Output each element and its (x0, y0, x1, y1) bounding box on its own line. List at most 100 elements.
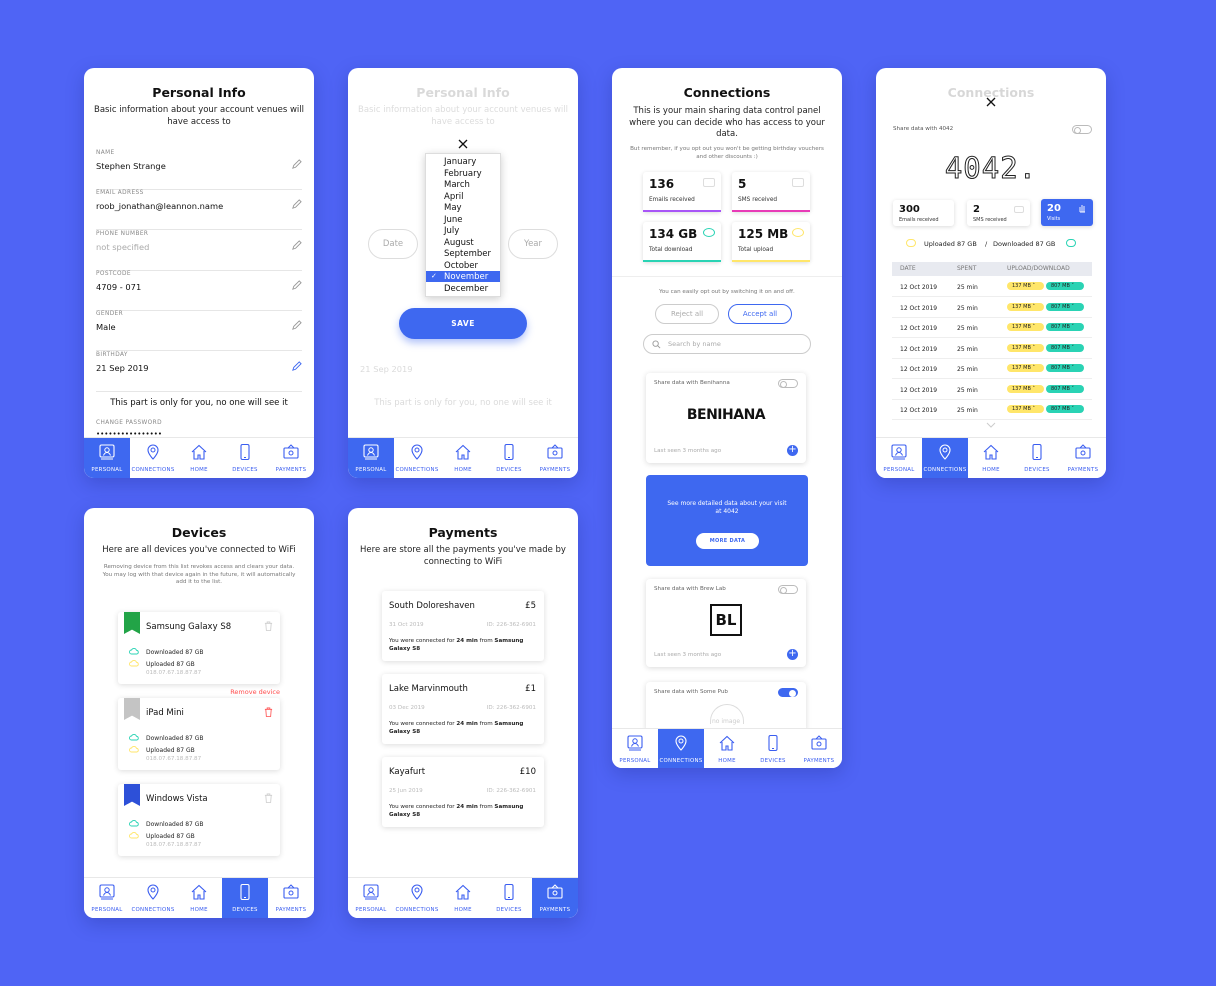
download-pill[interactable]: 807 MB ˅ (1046, 323, 1084, 331)
nav-label: PERSONAL (91, 907, 123, 913)
venue-card-somepub[interactable]: Share data with Some Pub no image (646, 682, 806, 732)
nav-tab-connections[interactable]: CONNECTIONS (130, 438, 176, 478)
pencil-icon[interactable] (291, 280, 302, 291)
chevron-down-icon[interactable] (985, 421, 997, 429)
pencil-icon[interactable] (291, 361, 302, 372)
close-icon[interactable] (457, 138, 469, 150)
month-option[interactable]: June (444, 215, 463, 225)
share-toggle[interactable] (778, 585, 798, 594)
row-date: 12 Oct 2019 (900, 284, 938, 291)
nav-tab-devices[interactable]: DEVICES (750, 729, 796, 768)
nav-tab-payments[interactable]: PAYMENTS (1060, 438, 1106, 478)
nav-tab-connections[interactable]: CONNECTIONS (394, 438, 440, 478)
pencil-icon[interactable] (291, 199, 302, 210)
reject-all-button[interactable]: Reject all (655, 304, 719, 324)
year-input[interactable]: Year (508, 229, 558, 259)
month-option[interactable]: August (444, 238, 474, 248)
month-option[interactable]: October (444, 261, 478, 271)
nav-tab-payments[interactable]: PAYMENTS (796, 729, 842, 768)
pencil-icon[interactable] (291, 159, 302, 170)
upload-pill[interactable]: 137 MB ˄ (1007, 384, 1044, 393)
month-option[interactable]: September (444, 249, 491, 259)
payments-icon (283, 884, 299, 899)
payment-card[interactable]: Kayafurt £10 25 Jun 2019 ID: 226-362-690… (382, 757, 544, 827)
venue-card-benihana[interactable]: Share data with Benihanna BENIHANA Last … (646, 373, 806, 463)
upload-pill[interactable]: 137 MB ˄ (1007, 302, 1044, 311)
nav-tab-connections[interactable]: CONNECTIONS (658, 729, 704, 768)
nav-tab-payments[interactable]: PAYMENTS (268, 878, 314, 918)
nav-tab-personal[interactable]: PERSONAL (348, 878, 394, 918)
add-button[interactable]: + (787, 445, 798, 456)
trash-icon[interactable] (264, 621, 273, 631)
nav-tab-personal[interactable]: PERSONAL (84, 438, 130, 478)
pencil-icon[interactable] (291, 240, 302, 251)
share-toggle[interactable] (778, 688, 798, 697)
download-pill[interactable]: 807 MB ˅ (1046, 282, 1084, 290)
upload-pill[interactable]: 137 MB ˄ (1007, 405, 1044, 413)
nav-tab-devices[interactable]: DEVICES (486, 878, 532, 918)
add-button[interactable]: + (787, 649, 798, 660)
nav-tab-connections[interactable]: CONNECTIONS (922, 438, 968, 478)
month-option[interactable]: May (444, 203, 462, 213)
more-data-button[interactable]: MORE DATA (696, 533, 759, 549)
upload-pill[interactable]: 137 MB ˄ (1007, 323, 1044, 331)
month-dropdown[interactable]: January February March April May June July Augu… (425, 153, 501, 297)
upload-pill[interactable]: 137 MB ˄ (1007, 282, 1044, 290)
nav-tab-payments[interactable]: PAYMENTS (532, 878, 578, 918)
nav-tab-personal[interactable]: PERSONAL (84, 878, 130, 918)
month-option[interactable]: December (444, 284, 488, 294)
month-option[interactable]: July (444, 226, 459, 236)
search-input[interactable]: Search by name (643, 334, 811, 354)
accept-all-button[interactable]: Accept all (728, 304, 792, 324)
download-pill[interactable]: 807 MB ˅ (1046, 364, 1084, 372)
share-toggle[interactable] (778, 379, 798, 388)
field-value: Male (96, 322, 116, 332)
birthday-field[interactable]: BIRTHDAY 21 Sep 2019 (96, 352, 302, 392)
payment-card[interactable]: Lake Marvinmouth £1 03 Dec 2019 ID: 226-… (382, 674, 544, 744)
month-option[interactable]: January (444, 157, 476, 167)
phone-field[interactable]: PHONE NUMBER not specified (96, 231, 302, 271)
download-pill[interactable]: 807 MB ˅ (1046, 384, 1084, 393)
nav-tab-home[interactable]: HOME (704, 729, 750, 768)
postcode-field[interactable]: POSTCODE 4709 - 071 (96, 271, 302, 311)
gender-field[interactable]: GENDER Male (96, 311, 302, 351)
close-icon[interactable] (985, 96, 997, 108)
nav-tab-payments[interactable]: PAYMENTS (532, 438, 578, 478)
venue-card-brewlab[interactable]: Share data with Brew Lab BL Last seen 3 … (646, 579, 806, 667)
month-option[interactable]: February (444, 169, 482, 179)
nav-tab-payments[interactable]: PAYMENTS (268, 438, 314, 478)
payment-card[interactable]: South Doloreshaven £5 31 Oct 2019 ID: 22… (382, 591, 544, 661)
name-field[interactable]: NAME Stephen Strange (96, 150, 302, 190)
month-option[interactable]: March (444, 180, 470, 190)
month-option[interactable]: April (444, 192, 463, 202)
nav-tab-home[interactable]: HOME (440, 878, 486, 918)
save-button[interactable]: SAVE (399, 308, 527, 339)
download-pill[interactable]: 807 MB ˅ (1046, 302, 1084, 311)
nav-tab-personal[interactable]: PERSONAL (876, 438, 922, 478)
nav-tab-devices[interactable]: DEVICES (222, 438, 268, 478)
nav-tab-devices[interactable]: DEVICES (222, 878, 268, 918)
nav-tab-personal[interactable]: PERSONAL (348, 438, 394, 478)
nav-tab-connections[interactable]: CONNECTIONS (394, 878, 440, 918)
nav-tab-home[interactable]: HOME (968, 438, 1014, 478)
remove-device-link[interactable]: Remove device (230, 688, 280, 696)
date-input[interactable]: Date (368, 229, 418, 259)
home-icon (191, 884, 207, 900)
nav-tab-home[interactable]: HOME (440, 438, 486, 478)
nav-tab-personal[interactable]: PERSONAL (612, 729, 658, 768)
trash-icon[interactable] (264, 707, 273, 717)
upload-pill[interactable]: 137 MB ˄ (1007, 343, 1044, 352)
month-option[interactable]: November (444, 272, 488, 282)
trash-icon[interactable] (264, 793, 273, 803)
share-toggle[interactable] (1072, 125, 1092, 134)
email-field[interactable]: EMAIL ADRESS roob_jonathan@leannon.name (96, 190, 302, 230)
nav-tab-connections[interactable]: CONNECTIONS (130, 878, 176, 918)
nav-tab-devices[interactable]: DEVICES (1014, 438, 1060, 478)
download-pill[interactable]: 807 MB ˅ (1046, 343, 1084, 352)
upload-pill[interactable]: 137 MB ˄ (1007, 364, 1044, 372)
nav-tab-home[interactable]: HOME (176, 438, 222, 478)
nav-tab-devices[interactable]: DEVICES (486, 438, 532, 478)
nav-tab-home[interactable]: HOME (176, 878, 222, 918)
pencil-icon[interactable] (291, 320, 302, 331)
download-pill[interactable]: 807 MB ˅ (1046, 405, 1084, 413)
